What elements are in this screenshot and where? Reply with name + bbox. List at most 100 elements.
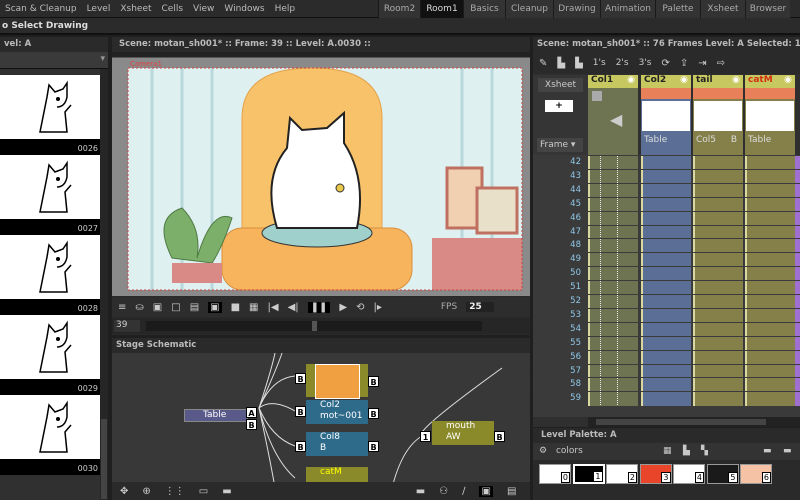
menu-view[interactable]: View [188, 4, 219, 14]
tab-room1[interactable]: Room1 [420, 0, 463, 18]
xsheet-row[interactable]: 57 [533, 363, 800, 379]
xsheet-cell[interactable] [745, 378, 795, 393]
new-pegbar-icon[interactable]: ⚇ [439, 486, 448, 497]
xsheet-cell[interactable] [641, 225, 691, 240]
menu-icon[interactable]: ≡ [118, 302, 126, 313]
xsheet-cell[interactable] [693, 281, 743, 296]
menu-help[interactable]: Help [270, 4, 301, 14]
xsheet-cell[interactable] [745, 225, 795, 240]
save-as-icon[interactable]: ▚ [701, 443, 708, 460]
node-col8[interactable]: Col8 B [306, 432, 368, 456]
eye-icon[interactable]: ◉ [627, 75, 635, 85]
xsheet-row[interactable]: 43 [533, 168, 800, 184]
xsheet-cell[interactable] [641, 392, 691, 407]
xsheet-cell[interactable] [588, 392, 638, 407]
level-frame[interactable]: 0029 [0, 315, 100, 395]
xsheet-cell[interactable] [641, 281, 691, 296]
xsheet-row[interactable]: 51 [533, 280, 800, 296]
xsheet-cell[interactable] [693, 295, 743, 309]
xsheet-cell[interactable] [745, 336, 795, 351]
xsheet-cell[interactable] [641, 211, 691, 226]
column-header-col2[interactable]: Col2 ◉ Table [641, 75, 691, 155]
preview-toggle[interactable] [745, 88, 795, 99]
exit-icon[interactable]: ⇨ [717, 58, 725, 69]
xsheet-cell[interactable] [588, 322, 638, 337]
xsheet-cell[interactable] [693, 308, 743, 323]
xsheet-cell[interactable] [693, 322, 743, 337]
port-b[interactable]: B [368, 376, 379, 387]
save-palette-icon[interactable]: ▙ [683, 443, 690, 460]
color-swatch[interactable]: 4 [673, 464, 705, 484]
xsheet-cell[interactable] [745, 281, 795, 296]
xsheet-cell[interactable] [641, 267, 691, 282]
edit-icon[interactable]: ✎ [539, 58, 547, 69]
xsheet-row[interactable]: 58 [533, 377, 800, 393]
xsheet-row[interactable]: 44 [533, 182, 800, 198]
view-mode-icon[interactable]: ▦ [663, 443, 672, 460]
node-col2[interactable]: Col2 mot~001 [306, 400, 368, 424]
color-swatch[interactable]: 1 [572, 464, 605, 484]
level2-icon[interactable]: ▙ [575, 58, 583, 69]
play-icon[interactable]: ▶ [339, 302, 347, 313]
xsheet-cell[interactable] [588, 378, 638, 393]
xsheet-cell[interactable] [745, 239, 795, 254]
eye-icon[interactable]: ◉ [680, 75, 688, 85]
step-2s[interactable]: 2's [616, 58, 629, 68]
xsheet-cell[interactable] [745, 197, 795, 212]
port-b[interactable]: B [368, 408, 379, 419]
folder-icon[interactable]: ▬ [783, 443, 792, 460]
palette-page-tab[interactable]: colors [556, 446, 583, 456]
bg-white-icon[interactable]: □ [171, 302, 180, 313]
xsheet-cell[interactable] [693, 378, 743, 393]
xsheet-cell[interactable] [588, 197, 638, 212]
xsheet-row[interactable]: 48 [533, 238, 800, 254]
xsheet-row[interactable]: 54 [533, 321, 800, 337]
pause-icon[interactable]: ❚❚ [307, 301, 331, 313]
xsheet-cell[interactable] [641, 197, 691, 212]
column-header-col1[interactable]: Col1 ◉ ◀ [588, 75, 638, 155]
output-icon[interactable]: ▤ [507, 486, 516, 497]
xsheet-cell[interactable] [641, 253, 691, 268]
xsheet-cell[interactable] [693, 336, 743, 351]
eye-icon[interactable]: ◉ [784, 75, 792, 85]
node-catm[interactable]: catM [306, 467, 368, 482]
xsheet-cell[interactable] [745, 308, 795, 323]
xsheet-cell[interactable] [641, 378, 691, 393]
xsheet-cell[interactable] [693, 211, 743, 226]
xsheet-cell[interactable] [641, 156, 691, 170]
xsheet-button[interactable]: Xsheet [538, 78, 583, 92]
fps-field[interactable]: 25 [466, 302, 494, 312]
tab-cleanup[interactable]: Cleanup [505, 0, 553, 18]
xsheet-cell[interactable] [745, 295, 795, 309]
node-col2-thumbnail[interactable] [306, 364, 368, 399]
xsheet-row[interactable]: 55 [533, 335, 800, 351]
xsheet-cell[interactable] [588, 225, 638, 240]
xsheet-cell[interactable] [588, 253, 638, 268]
xsheet-cell[interactable] [745, 322, 795, 337]
toggle-fx-stage-icon[interactable]: ▣ [479, 485, 493, 497]
port-a[interactable]: A [246, 407, 257, 418]
xsheet-cell[interactable] [693, 350, 743, 365]
loop-icon[interactable]: ⟲ [356, 302, 364, 313]
port-b[interactable]: B [295, 373, 306, 384]
xsheet-row[interactable]: 45 [533, 196, 800, 212]
frame-select[interactable]: Frame ▾ [537, 138, 583, 152]
column-parent[interactable]: Col5 B [693, 133, 743, 147]
xsheet-cell[interactable] [693, 183, 743, 198]
color-swatch[interactable]: 6 [740, 464, 772, 484]
xsheet-cell[interactable] [588, 364, 638, 379]
xsheet-cell[interactable] [641, 322, 691, 337]
xsheet-cell[interactable] [588, 295, 638, 309]
xsheet-row[interactable]: 47 [533, 224, 800, 240]
port-b[interactable]: B [295, 441, 306, 452]
xsheet-cell[interactable] [588, 267, 638, 282]
xsheet-cell[interactable] [745, 169, 795, 184]
frame-slider[interactable] [146, 321, 482, 331]
step-1s[interactable]: 1's [593, 58, 606, 68]
port-b[interactable]: B [494, 431, 505, 442]
color-swatch[interactable]: 2 [606, 464, 638, 484]
xsheet-cell[interactable] [641, 336, 691, 351]
node-table[interactable]: Table [184, 409, 248, 422]
eye-icon[interactable]: ◉ [732, 75, 740, 85]
column-parent[interactable]: Table [641, 133, 691, 147]
